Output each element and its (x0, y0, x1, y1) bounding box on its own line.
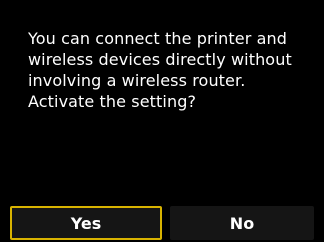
dialog-message: You can connect the printer and wireless… (28, 28, 318, 112)
printer-lcd-screen: You can connect the printer and wireless… (0, 0, 324, 242)
message-line: Activate the setting? (28, 92, 197, 111)
message-line: involving a wireless router. (28, 71, 246, 90)
no-button-label: No (229, 213, 255, 233)
message-line: wireless devices directly without (28, 50, 292, 69)
yes-button-label: Yes (70, 213, 102, 233)
message-line: You can connect the printer and (28, 29, 288, 48)
no-button[interactable]: No (170, 206, 314, 240)
yes-button[interactable]: Yes (10, 206, 162, 240)
